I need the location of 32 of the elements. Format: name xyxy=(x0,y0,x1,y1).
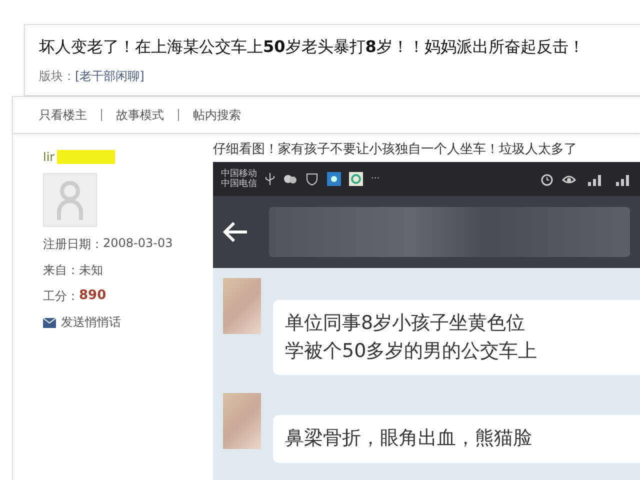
toolbar-link[interactable]: 只看楼主 xyxy=(39,106,87,124)
pixelated-avatar xyxy=(223,278,261,334)
envelope-icon xyxy=(43,318,56,328)
info-label: 工分： xyxy=(43,288,79,305)
back-arrow-icon xyxy=(223,221,249,243)
app-icon xyxy=(349,172,363,186)
post-text: 仔细看图！家有孩子不要让小孩独自一个人坐车！垃圾人太多了 xyxy=(213,141,578,158)
message-text: 鼻梁骨折，眼角出血，熊猫脸 xyxy=(285,426,533,452)
carrier-name: 中国移动 xyxy=(221,168,257,179)
info-value: 未知 xyxy=(79,262,103,279)
carrier-name: 中国电信 xyxy=(221,179,257,190)
info-label: 注册日期： xyxy=(43,236,103,253)
score-value: 890 xyxy=(79,288,106,305)
info-label: 来自： xyxy=(43,262,79,279)
private-message-link[interactable]: 发送悄悄话 xyxy=(61,314,121,331)
message-text: 学被个50多岁的男的公交车上 xyxy=(285,338,538,364)
usb-icon xyxy=(265,172,275,186)
app-icon xyxy=(327,172,341,186)
info-value: 2008-03-03 xyxy=(103,236,173,252)
message-text: 单位同事8岁小孩子坐黄色位 xyxy=(285,311,526,336)
pixelated-avatar xyxy=(223,393,261,450)
toolbar-link[interactable]: 故事模式 xyxy=(116,106,164,124)
toolbar-link[interactable]: 帖内搜索 xyxy=(193,106,241,124)
shield-icon xyxy=(305,172,319,186)
board-label: 版块： xyxy=(39,68,75,85)
person-icon xyxy=(56,180,84,220)
alarm-clock-icon xyxy=(540,172,554,186)
thread-title: 坏人变老了！在上海某公交车上50岁老头暴打8岁！！妈妈派出所奋起反击！ xyxy=(39,37,586,58)
chat-icon xyxy=(283,172,297,186)
username[interactable]: lir xyxy=(43,150,115,164)
more-notifications: ··· xyxy=(371,174,380,184)
board-link[interactable]: [老干部闲聊] xyxy=(75,68,144,85)
